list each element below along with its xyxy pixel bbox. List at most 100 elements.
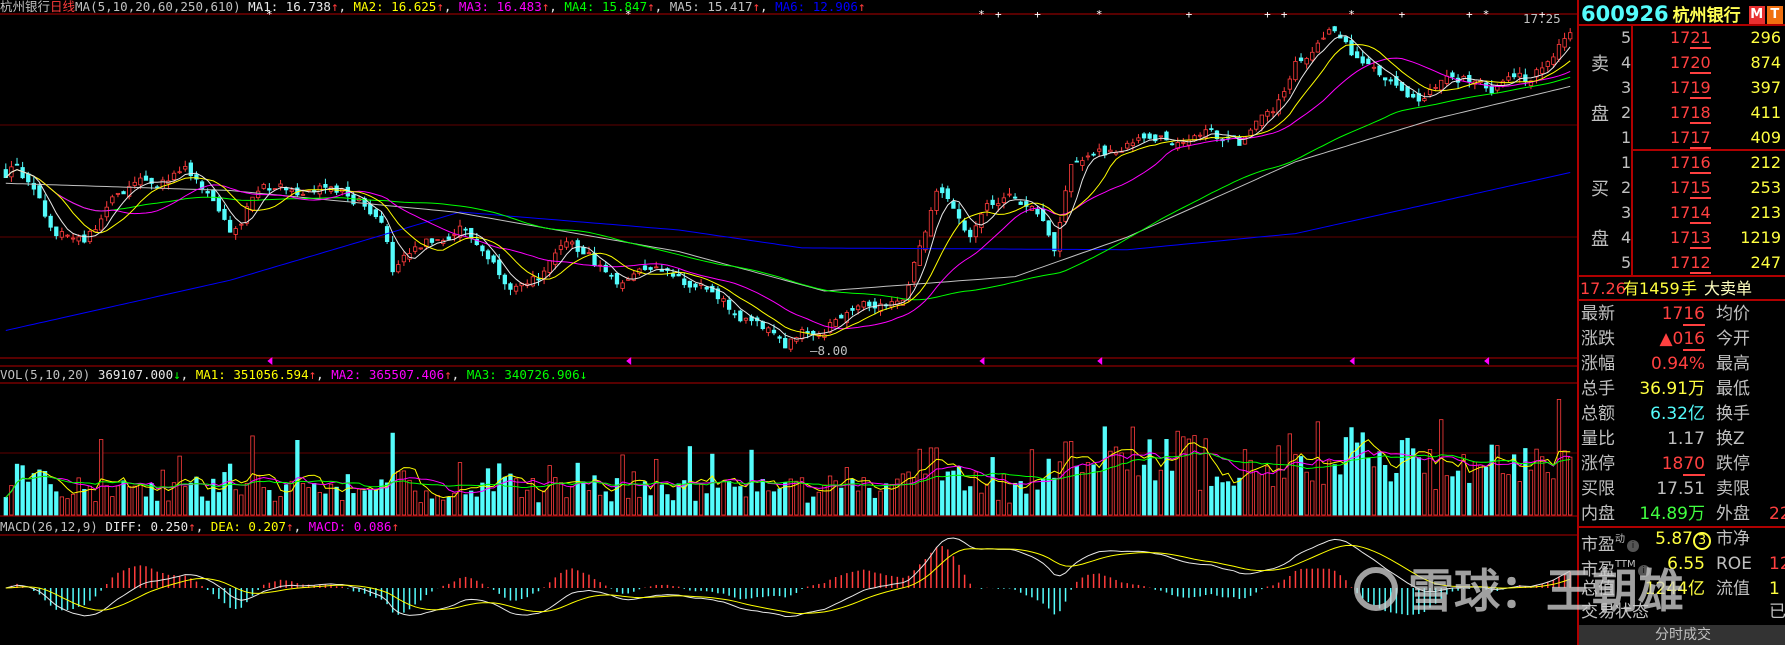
candle-down [368, 203, 373, 215]
stat-label: 最高 [1716, 354, 1750, 374]
stat-label: 总额 [1581, 404, 1615, 424]
buy-level-row[interactable]: 5 1712 247 [1579, 250, 1785, 275]
candle-up [1259, 114, 1264, 126]
volume-bar-down [665, 494, 670, 516]
volume-bar-down [951, 470, 956, 516]
volume-bar-down [485, 468, 491, 516]
volume-bar-down [715, 487, 721, 516]
volume-bar-down [581, 481, 586, 516]
volume-bar-down [143, 496, 149, 516]
volume-bar-up [1495, 445, 1500, 516]
volume-bar-up [1287, 433, 1292, 516]
candle-down [687, 280, 693, 288]
kline-chart[interactable]: * * * + + * + + + * + + * + [0, 0, 1577, 645]
volume-bar-up [1197, 489, 1203, 516]
volume-bar-down [205, 500, 210, 516]
ma20-line [5, 57, 1571, 330]
volume-bar-up [1085, 462, 1091, 516]
candle-down [1141, 133, 1147, 139]
volume-bar-down [732, 486, 737, 516]
candle-up [1158, 135, 1164, 138]
candle-up [239, 223, 244, 226]
candle-up [934, 190, 939, 211]
tab-tick-trades[interactable]: 分时成交 [1579, 625, 1785, 645]
sell-level-row[interactable]: 2 1718 411 [1579, 100, 1785, 125]
volume-bar-up [1517, 481, 1522, 516]
indicator-dea: DEA: 0.207 [210, 519, 287, 534]
volume-bar-up [1321, 483, 1326, 516]
candle-down [1035, 208, 1040, 215]
stat-value: 0.94% [1650, 354, 1705, 374]
level-volume: 213 [1750, 203, 1781, 222]
volume-bar-up [1007, 502, 1012, 516]
volume-bar-up [878, 490, 883, 516]
candle-down [956, 209, 962, 219]
info-icon[interactable]: i [1637, 565, 1650, 577]
candle-up [973, 225, 978, 238]
volume-bar-down [648, 495, 653, 516]
candle-up [1007, 193, 1012, 196]
level-price: 1718 [1670, 103, 1711, 124]
stat-row: 总手 36.91万 最低 [1579, 377, 1785, 402]
margin-badge[interactable]: M [1748, 6, 1765, 24]
volume-bar-down [1483, 466, 1489, 516]
volume-bar-up [1461, 454, 1466, 516]
volume-bar-down [990, 457, 995, 516]
volume-bar-up [654, 458, 659, 516]
volume-bar-up [1248, 459, 1253, 516]
volume-bar-down [1394, 472, 1399, 516]
trade-status-row: 交易状态 已 [1581, 602, 1785, 622]
info-icon[interactable]: i [1627, 540, 1639, 552]
candle-up [1270, 111, 1276, 114]
volume-bar-down [676, 483, 681, 516]
candle-up [1326, 29, 1332, 35]
level-price: 1720 [1670, 53, 1711, 74]
volume-bar-up [1304, 471, 1309, 516]
volume-bar-down [222, 472, 227, 516]
volume-bar-down [603, 491, 608, 516]
candle-up [1069, 164, 1074, 193]
period-label[interactable]: 日线 [50, 0, 75, 14]
candle-down [1052, 232, 1057, 252]
candle-up [1282, 91, 1287, 98]
candle-down [704, 286, 709, 290]
volume-bar-up [816, 491, 821, 516]
candle-down [670, 273, 676, 277]
volume-bar-up [1545, 472, 1550, 516]
candle-up [1130, 142, 1135, 146]
candle-down [648, 267, 653, 270]
candle-up [418, 247, 423, 250]
candle-down [642, 265, 648, 270]
candle-up [98, 218, 104, 231]
buy-level-row[interactable]: 4 1713 1219 [1579, 225, 1785, 250]
indicator-ma5: MA5: 15.417 [669, 0, 753, 14]
volume-bar-down [1366, 457, 1371, 516]
candle-up [1097, 148, 1102, 152]
sell-level-row[interactable]: 4 1720 874 [1579, 50, 1785, 75]
volume-bar-up [598, 494, 603, 516]
volume-bar-down [1141, 464, 1147, 516]
volume-bar-down [659, 484, 664, 516]
candle-up [1063, 190, 1068, 222]
event-marker-icon: + [1466, 8, 1473, 21]
sell-level-row[interactable]: 1 1717 409 [1579, 125, 1785, 150]
candle-down [26, 173, 31, 183]
trend-arrow-icon: ↑ [444, 367, 452, 382]
level-price: 1713 [1670, 228, 1711, 249]
volume-bar-down [642, 481, 648, 516]
buy-level-row[interactable]: 2 1715 253 [1579, 175, 1785, 200]
stat-label: 均价 [1716, 304, 1750, 324]
sell-level-row[interactable]: 5 1721 296 [1579, 25, 1785, 50]
candle-down [945, 188, 950, 200]
buy-level-row[interactable]: 3 1714 213 [1579, 200, 1785, 225]
candle-down [1411, 93, 1416, 98]
buy-level-row[interactable]: 1 1716 212 [1579, 150, 1785, 175]
volume-bar-down [805, 502, 810, 516]
sell-level-row[interactable]: 3 1719 397 [1579, 75, 1785, 100]
indicator-ma2: MA2: 365507.406 [331, 367, 445, 382]
volume-bar-up [115, 485, 121, 516]
candle-down [390, 241, 395, 273]
volume-bar-down [497, 463, 502, 516]
candle-down [951, 201, 956, 209]
t-badge[interactable]: T [1766, 6, 1783, 24]
